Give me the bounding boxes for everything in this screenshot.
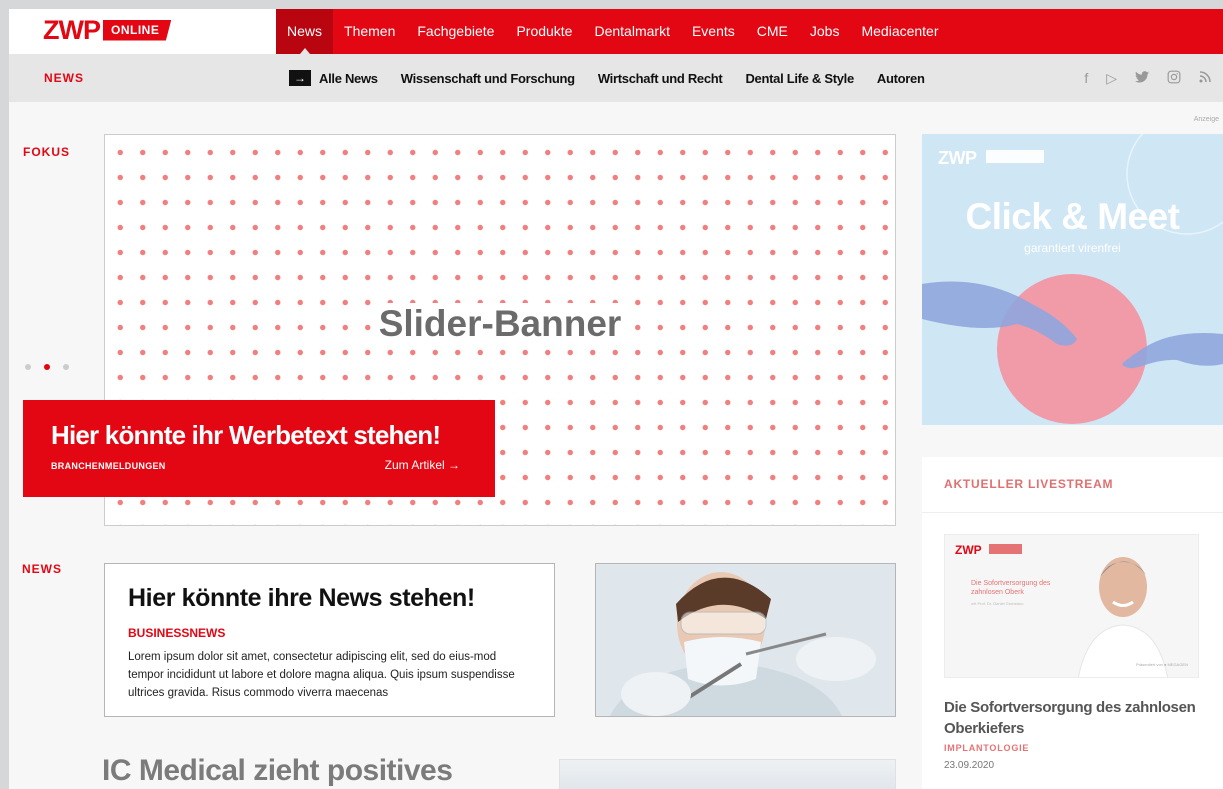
thumb-logo-tag <box>989 544 1022 554</box>
ad-zwp-logo: ZWP <box>938 148 977 168</box>
ad-logo-tag <box>986 150 1044 163</box>
youtube-icon[interactable]: ▷ <box>1106 70 1117 87</box>
nav-item-fachgebiete[interactable]: Fachgebiete <box>406 9 505 54</box>
facebook-icon[interactable]: f <box>1084 70 1088 86</box>
subnav-autoren[interactable]: Autoren <box>877 71 925 86</box>
news-image-dentist[interactable] <box>595 563 896 717</box>
top-navbar: ZWP ONLINE News Themen Fachgebiete Produ… <box>9 9 1223 54</box>
zum-artikel-link[interactable]: Zum Artikel → <box>385 458 460 472</box>
arrow-right-icon: → <box>289 70 311 86</box>
instagram-icon[interactable] <box>1167 70 1181 87</box>
news-text: Lorem ipsum dolor sit amet, consectetur … <box>128 651 515 699</box>
livestream-category[interactable]: IMPLANTOLOGIE <box>944 743 1029 753</box>
nav-item-mediacenter[interactable]: Mediacenter <box>850 9 949 54</box>
nav-item-dentalmarkt[interactable]: Dentalmarkt <box>583 9 680 54</box>
nav-item-themen[interactable]: Themen <box>333 9 406 54</box>
logo-zwp-text: ZWP <box>43 14 101 45</box>
ad-title: Click & Meet <box>965 196 1180 237</box>
sub-navigation: → Alle News Wissenschaft und Forschung W… <box>289 54 948 102</box>
news-card[interactable]: Hier könnte ihre News stehen! BUSINESSNE… <box>104 563 555 717</box>
slider-title-text: Slider-Banner <box>370 303 630 344</box>
thumb-subtitle: mit Prof. Dr. Daniel Grubeanu <box>971 601 1024 606</box>
subnav-alle-news[interactable]: Alle News <box>319 71 378 86</box>
news-category[interactable]: BUSINESSNEWS <box>128 626 225 640</box>
subnav-wirtschaft[interactable]: Wirtschaft und Recht <box>598 71 723 86</box>
livestream-article-title[interactable]: Die Sofortversorgung des zahnlosen Oberk… <box>944 697 1204 739</box>
ad-headline: Hier könnte ihr Werbetext stehen! <box>51 420 441 450</box>
nav-item-jobs[interactable]: Jobs <box>799 9 851 54</box>
livestream-date: 23.09.2020 <box>944 760 995 771</box>
next-news-headline[interactable]: IC Medical zieht positives <box>102 754 453 788</box>
nav-item-news[interactable]: News <box>276 9 334 54</box>
thumb-zwp-logo: ZWP <box>955 543 982 557</box>
fokus-label: FOKUS <box>23 145 70 159</box>
thumb-footer: Präsentiert von ● MEGAGEN <box>1136 662 1188 667</box>
main-navigation: News Themen Fachgebiete Produkte Dentalm… <box>276 9 950 54</box>
sub-navbar: NEWS → Alle News Wissenschaft und Forsch… <box>9 54 1223 102</box>
subnav-dental-life[interactable]: Dental Life & Style <box>745 71 854 86</box>
social-links: f ▷ <box>1084 54 1211 102</box>
nav-item-cme[interactable]: CME <box>746 9 799 54</box>
subnav-wissenschaft[interactable]: Wissenschaft und Forschung <box>401 71 575 86</box>
logo-online-badge: ONLINE <box>103 19 172 41</box>
ad-subtitle: garantiert virenfrei <box>1024 241 1121 255</box>
slider-dots <box>25 364 69 370</box>
ad-category: BRANCHENMELDUNGEN <box>51 461 166 471</box>
speaker-portrait <box>1078 557 1168 677</box>
divider <box>922 512 1223 513</box>
ad-teaser-box[interactable]: Hier könnte ihr Werbetext stehen! BRANCH… <box>23 400 495 497</box>
slider-dot-3[interactable] <box>63 364 69 370</box>
slider-title: Slider-Banner <box>105 303 895 345</box>
zwp-online-logo[interactable]: ZWP ONLINE <box>43 14 172 45</box>
sidebar-ad-banner[interactable]: ZWP Click & Meet garantiert virenfrei <box>922 134 1223 425</box>
next-news-image[interactable] <box>559 759 896 789</box>
slider-dot-1[interactable] <box>25 364 31 370</box>
section-label: NEWS <box>44 71 84 85</box>
anzeige-label: Anzeige <box>1193 116 1219 123</box>
nav-item-produkte[interactable]: Produkte <box>505 9 583 54</box>
rss-icon[interactable] <box>1199 70 1211 86</box>
livestream-thumbnail[interactable]: ZWP Die Sofortversorgung des zahnlosen O… <box>944 534 1199 678</box>
thumb-title: Die Sofortversorgung des zahnlosen Oberk <box>971 580 1051 596</box>
page: ZWP ONLINE News Themen Fachgebiete Produ… <box>9 9 1223 789</box>
news-label: NEWS <box>22 562 62 576</box>
slider-dot-2[interactable] <box>44 364 50 370</box>
livestream-label: AKTUELLER LIVESTREAM <box>944 477 1114 491</box>
livestream-panel: AKTUELLER LIVESTREAM ZWP Die Sofortverso… <box>922 457 1223 789</box>
news-headline[interactable]: Hier könnte ihre News stehen! <box>128 584 475 613</box>
nav-item-events[interactable]: Events <box>681 9 746 54</box>
twitter-icon[interactable] <box>1135 70 1149 86</box>
